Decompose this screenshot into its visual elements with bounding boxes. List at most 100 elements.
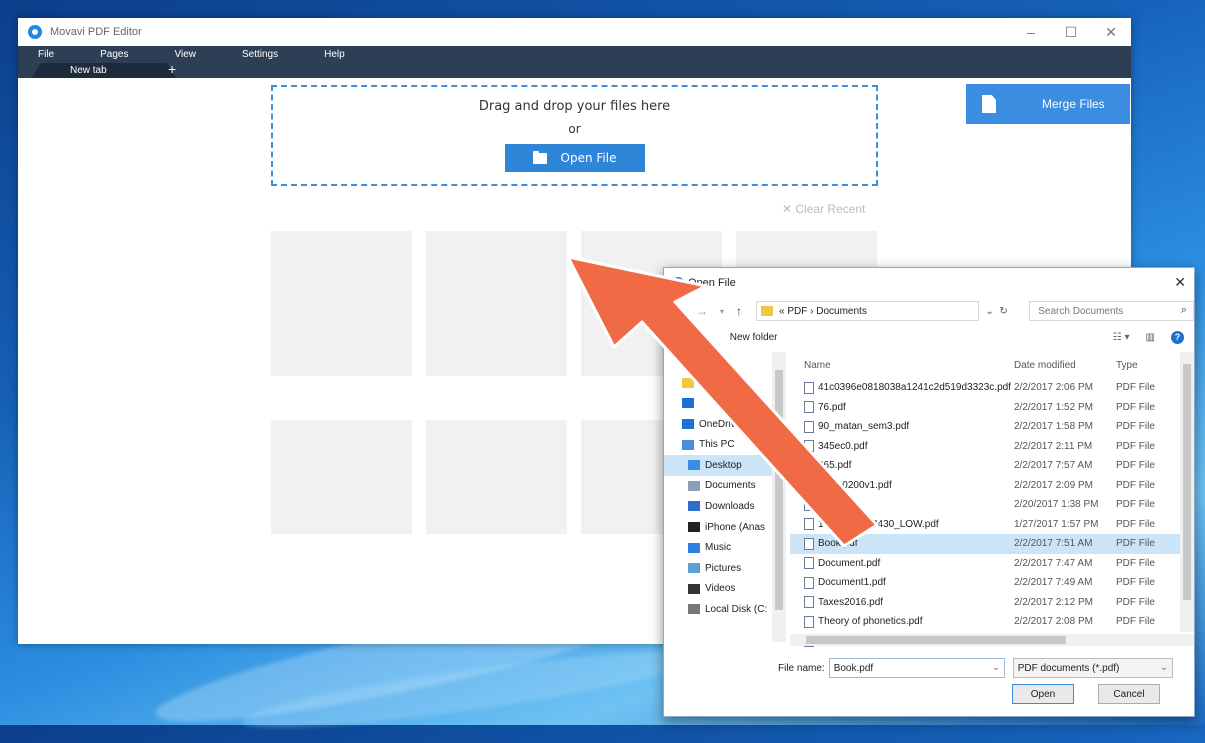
clear-recent-button[interactable]: ✕ Clear Recent xyxy=(782,202,865,216)
file-row[interactable]: 10 V39_6163430_LOW.pdf 1/27/2017 1:57 PM P… xyxy=(790,515,1182,535)
file-name-cell: Taxes2016.pdf xyxy=(790,596,1014,609)
path-segment-documents[interactable]: Documents xyxy=(816,306,867,317)
file-row[interactable]: 76.pdf 2/2/2017 1:52 PM PDF File xyxy=(790,398,1182,418)
forward-arrow-icon[interactable]: → xyxy=(696,304,708,318)
file-row[interactable]: 41c0396e0818038a1241c2d519d3323c.pdf 2/2/… xyxy=(790,378,1182,398)
nav-item-label: Pictures xyxy=(705,562,742,574)
nav-item-les[interactable]: les xyxy=(664,373,774,394)
file-name-text: 76.pdf xyxy=(818,401,846,413)
organize-button[interactable]: anize ▾ xyxy=(672,332,704,343)
close-icon[interactable]: ✕ xyxy=(1091,18,1131,46)
maximize-icon[interactable]: ☐ xyxy=(1051,18,1091,46)
nav-item-this-pc[interactable]: This PC xyxy=(664,434,774,455)
column-name[interactable]: Name xyxy=(790,360,1014,371)
file-list-horizontal-scrollbar[interactable] xyxy=(790,634,1194,646)
file-type-cell: PDF File xyxy=(1116,596,1155,608)
nav-item-pictures[interactable]: Pictures xyxy=(664,558,774,579)
window-titlebar: Movavi PDF Editor – ☐ ✕ xyxy=(18,18,1131,46)
nav-item-label: Videos xyxy=(705,583,736,595)
file-row[interactable]: Document1.pdf 2/2/2017 7:49 AM PDF File xyxy=(790,573,1182,593)
pdf-file-icon xyxy=(804,420,814,433)
file-row[interactable]: 865.pdf 2/2/2017 7:57 AM PDF File xyxy=(790,456,1182,476)
file-name-text: Document1.pdf xyxy=(818,577,886,589)
nav-item-downloads[interactable]: Downloads xyxy=(664,496,774,517)
folder-icon xyxy=(532,150,547,164)
dialog-close-icon[interactable]: ✕ xyxy=(1174,274,1186,291)
file-type-cell: PDF File xyxy=(1116,577,1155,589)
navigation-scrollbar[interactable] xyxy=(772,352,786,642)
documents-icon xyxy=(688,480,700,491)
file-name-text: 345ec0.pdf xyxy=(818,440,868,452)
column-type[interactable]: Type xyxy=(1116,360,1166,371)
cancel-button[interactable]: Cancel xyxy=(1098,684,1160,704)
back-arrow-icon[interactable]: ← xyxy=(672,304,684,318)
recent-file-thumbnail[interactable] xyxy=(426,231,567,376)
path-segment-pdf[interactable]: PDF xyxy=(787,306,807,317)
recent-dropdown-icon[interactable]: ▾ xyxy=(720,307,724,316)
nav-item-dropbox[interactable] xyxy=(664,393,774,414)
nav-item-iphone-anas[interactable]: iPhone (Anas xyxy=(664,517,774,538)
file-row[interactable]: 1511.0200v1.pdf 2/2/2017 2:09 PM PDF File xyxy=(790,476,1182,496)
recent-file-thumbnail[interactable] xyxy=(426,420,567,534)
file-name-label: File name: xyxy=(778,662,825,674)
file-row[interactable]: info.pdf 2/20/2017 1:38 PM PDF File xyxy=(790,495,1182,515)
open-file-dialog: Open File ✕ ← → ▾ ↑ « PDF › Documents ⌄ … xyxy=(663,267,1195,717)
file-name-input[interactable]: Book.pdf ⌄ xyxy=(828,658,1005,678)
preview-pane-icon[interactable]: ▥ xyxy=(1146,332,1155,343)
file-date-cell: 2/2/2017 7:47 AM xyxy=(1014,557,1093,569)
nav-item-onedriv[interactable]: OneDriv xyxy=(664,414,774,435)
column-date-modified[interactable]: Date modified xyxy=(1014,360,1116,371)
file-row[interactable]: 345ec0.pdf 2/2/2017 2:11 PM PDF File xyxy=(790,437,1182,457)
menu-pages[interactable]: Pages xyxy=(100,49,128,60)
minimize-icon[interactable]: – xyxy=(1011,18,1051,46)
file-row[interactable]: Theory of phonetics.pdf 2/2/2017 2:08 PM P… xyxy=(790,612,1182,632)
address-bar[interactable]: « PDF › Documents xyxy=(756,301,979,321)
nav-item-label: Music xyxy=(705,542,732,554)
add-tab-button[interactable]: + xyxy=(168,61,176,77)
nav-item-music[interactable]: Music xyxy=(664,537,774,558)
movavi-logo-icon xyxy=(672,277,684,289)
menu-file[interactable]: File xyxy=(38,49,54,60)
nav-item-documents[interactable]: Documents xyxy=(664,476,774,497)
file-row[interactable]: 90_matan_sem3.pdf 2/2/2017 1:58 PM PDF Fil… xyxy=(790,417,1182,437)
file-row[interactable]: Book.pdf 2/2/2017 7:51 AM PDF File xyxy=(790,534,1182,554)
file-name-cell: 345ec0.pdf xyxy=(790,440,1014,453)
downloads-icon xyxy=(688,501,700,512)
file-list-vertical-scrollbar[interactable] xyxy=(1180,352,1194,632)
refresh-icon[interactable]: ⌄ ↻ xyxy=(983,306,1024,317)
nav-item-label: Documents xyxy=(705,480,756,492)
dialog-buttons: Open Cancel xyxy=(664,684,1196,708)
help-icon[interactable]: ? xyxy=(1171,330,1184,344)
file-name-cell: 1511.0200v1.pdf xyxy=(790,479,1014,492)
drop-instructions: Drag and drop your files here xyxy=(478,99,671,114)
nav-item-local-disk-c[interactable]: Local Disk (C: xyxy=(664,599,774,620)
recent-file-thumbnail[interactable] xyxy=(271,420,412,534)
drop-zone[interactable]: Drag and drop your files here or Open Fi… xyxy=(271,85,878,186)
dialog-title: Open File xyxy=(688,277,736,289)
merge-files-button[interactable]: Merge Files xyxy=(966,84,1130,124)
nav-item-desktop[interactable]: Desktop xyxy=(664,454,774,476)
file-type-cell: PDF File xyxy=(1116,499,1155,511)
file-date-cell: 2/2/2017 1:58 PM xyxy=(1014,421,1093,433)
search-documents-input[interactable]: Search Documents ⌕ xyxy=(1029,301,1194,321)
menu-help[interactable]: Help xyxy=(324,49,345,60)
file-row[interactable]: Document.pdf 2/2/2017 7:47 AM PDF File xyxy=(790,554,1182,574)
file-type-select[interactable]: PDF documents (*.pdf) ⌄ xyxy=(1012,658,1173,678)
menu-view[interactable]: View xyxy=(174,49,196,60)
file-row[interactable]: Taxes2016.pdf 2/2/2017 2:12 PM PDF File xyxy=(790,593,1182,613)
chevron-down-icon[interactable]: ⌄ xyxy=(992,662,1000,673)
nav-item-pdf[interactable]: PDF xyxy=(664,352,774,373)
menu-settings[interactable]: Settings xyxy=(242,49,278,60)
up-arrow-icon[interactable]: ↑ xyxy=(736,304,742,318)
nav-item-videos[interactable]: Videos xyxy=(664,579,774,600)
recent-file-thumbnail[interactable] xyxy=(271,231,412,376)
chevron-down-icon: ⌄ xyxy=(1160,662,1168,672)
new-folder-button[interactable]: New folder xyxy=(730,332,778,343)
file-name-cell: Document.pdf xyxy=(790,557,1014,570)
disk-icon xyxy=(688,604,700,615)
open-file-button[interactable]: Open File xyxy=(504,144,645,172)
tab-new[interactable]: New tab xyxy=(32,63,176,78)
open-button[interactable]: Open xyxy=(1012,684,1074,704)
file-date-cell: 2/2/2017 2:11 PM xyxy=(1014,440,1093,452)
view-options-icon[interactable]: ☷ ▾ xyxy=(1113,332,1130,343)
